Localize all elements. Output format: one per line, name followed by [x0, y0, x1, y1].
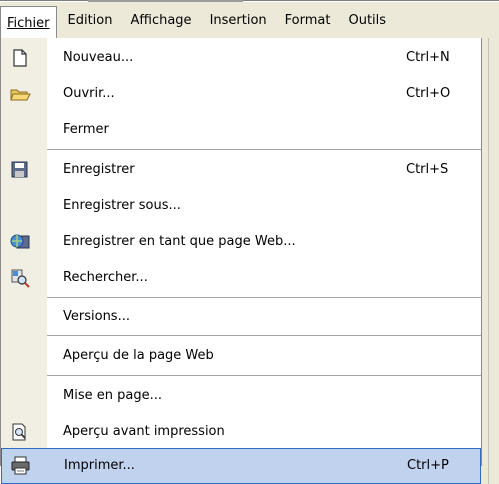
menu-edition[interactable]: Edition — [61, 6, 120, 34]
menu-item-shortcut: Ctrl+O — [406, 86, 451, 101]
menu-separator — [47, 297, 481, 298]
menu-item-label: Enregistrer sous... — [63, 198, 181, 213]
menu-item-fermer[interactable]: Fermer — [1, 112, 481, 148]
menu-item-shortcut: Ctrl+S — [406, 162, 449, 177]
menu-separator — [47, 149, 481, 150]
menu-item-label: Enregistrer en tant que page Web... — [63, 234, 296, 249]
menu-item-label: Versions... — [63, 309, 130, 324]
background-window-strip — [480, 38, 499, 484]
menu-item-imprimer[interactable]: Imprimer... Ctrl+P — [1, 448, 481, 484]
new-document-icon — [9, 48, 31, 68]
menu-separator — [47, 375, 481, 376]
background-window-divider — [488, 38, 489, 484]
menu-item-shortcut: Ctrl+P — [407, 458, 449, 473]
menu-item-label: Ouvrir... — [63, 86, 115, 101]
menu-outils[interactable]: Outils — [341, 6, 393, 34]
menu-item-nouveau[interactable]: Nouveau... Ctrl+N — [1, 40, 481, 76]
menu-item-enregistrer-sous[interactable]: Enregistrer sous... — [1, 188, 481, 224]
menu-item-label: Aperçu de la page Web — [63, 348, 214, 363]
save-web-icon — [9, 232, 31, 252]
menu-item-mise-en-page[interactable]: Mise en page... — [1, 378, 481, 414]
menu-item-label: Nouveau... — [63, 50, 134, 65]
menu-fichier[interactable]: Fichier — [0, 6, 57, 40]
open-folder-icon — [9, 84, 31, 104]
window-top-edge — [0, 0, 499, 1]
fichier-dropdown-menu: Nouveau... Ctrl+N Ouvrir... Ctrl+O Ferme… — [0, 38, 482, 484]
menu-item-ouvrir[interactable]: Ouvrir... Ctrl+O — [1, 76, 481, 112]
menu-item-shortcut: Ctrl+N — [406, 50, 450, 65]
menu-item-label: Enregistrer — [63, 162, 135, 177]
menu-affichage[interactable]: Affichage — [123, 6, 198, 34]
menu-bar: Fichier Edition Affichage Insertion Form… — [0, 2, 499, 40]
menu-item-label: Mise en page... — [63, 388, 162, 403]
print-preview-icon — [9, 422, 31, 442]
menu-item-enregistrer-page-web[interactable]: Enregistrer en tant que page Web... — [1, 224, 481, 260]
printer-icon — [10, 456, 32, 476]
menu-item-label: Rechercher... — [63, 270, 148, 285]
search-file-icon — [9, 268, 31, 288]
menu-item-label: Imprimer... — [64, 458, 135, 473]
menu-item-label: Aperçu avant impression — [63, 424, 225, 439]
menu-item-rechercher[interactable]: Rechercher... — [1, 260, 481, 296]
menu-item-apercu-page-web[interactable]: Aperçu de la page Web — [1, 338, 481, 374]
menu-item-enregistrer[interactable]: Enregistrer Ctrl+S — [1, 152, 481, 188]
menu-item-apercu-avant-impression[interactable]: Aperçu avant impression — [1, 414, 481, 450]
menu-insertion[interactable]: Insertion — [203, 6, 274, 34]
menu-item-label: Fermer — [63, 122, 109, 137]
save-disk-icon — [9, 160, 31, 180]
menu-format[interactable]: Format — [278, 6, 338, 34]
menu-separator — [47, 335, 481, 336]
menu-item-versions[interactable]: Versions... — [1, 299, 481, 335]
